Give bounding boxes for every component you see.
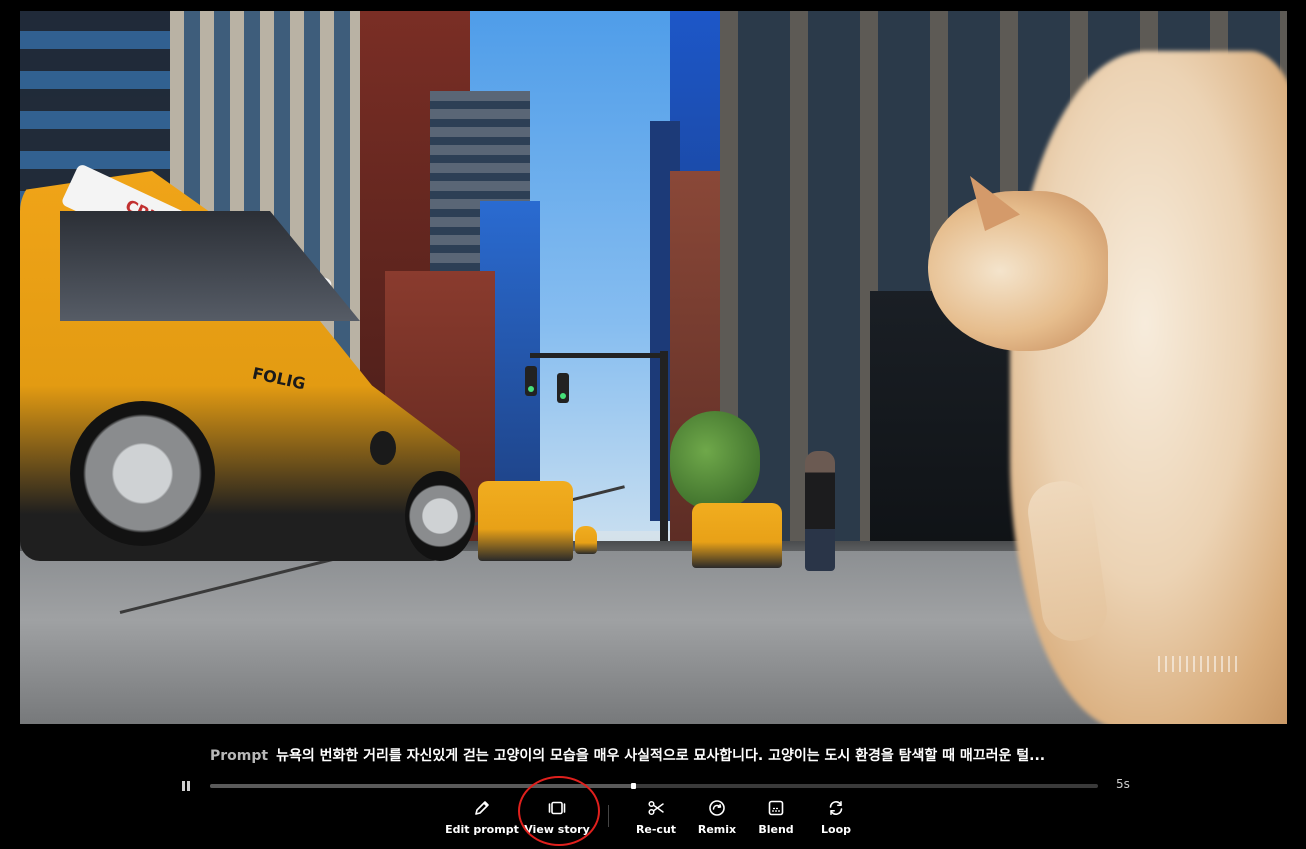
prompt-label: Prompt bbox=[210, 748, 269, 764]
action-toolbar: Edit prompt View story Re-cut Remix Blen… bbox=[440, 797, 870, 839]
remix-button[interactable]: Remix bbox=[692, 797, 742, 839]
blend-label: Blend bbox=[758, 823, 794, 836]
toolbar-divider bbox=[608, 805, 609, 827]
traffic-light bbox=[525, 366, 537, 396]
storyboard-icon bbox=[548, 801, 566, 815]
pedestrian bbox=[805, 451, 835, 571]
loop-button[interactable]: Loop bbox=[812, 797, 860, 839]
blend-icon bbox=[768, 800, 784, 816]
progress-track[interactable] bbox=[210, 783, 1098, 789]
prompt-row: Prompt 뉴욕의 번화한 거리를 자신있게 걷는 고양이의 모습을 매우 사실… bbox=[210, 745, 1110, 767]
blend-button[interactable]: Blend bbox=[752, 797, 800, 839]
remix-icon bbox=[709, 800, 725, 816]
scissors-icon bbox=[648, 800, 664, 816]
prompt-text[interactable]: 뉴욕의 번화한 거리를 자신있게 걷는 고양이의 모습을 매우 사실적으로 묘사… bbox=[276, 748, 1045, 764]
edit-prompt-button[interactable]: Edit prompt bbox=[440, 797, 524, 839]
view-story-button[interactable]: View story bbox=[524, 797, 590, 839]
watermark bbox=[1158, 656, 1238, 672]
taxi-logo bbox=[370, 431, 396, 465]
loop-label: Loop bbox=[821, 823, 851, 836]
taxi-distant bbox=[575, 526, 597, 554]
timeline: 5s bbox=[178, 776, 1138, 796]
video-frame[interactable]: CPUO YORK FOLIG bbox=[20, 11, 1287, 724]
edit-prompt-label: Edit prompt bbox=[445, 823, 519, 836]
tree bbox=[670, 411, 760, 511]
taxi-wheel bbox=[405, 471, 475, 561]
traffic-light bbox=[557, 373, 569, 403]
taxi-distant bbox=[478, 481, 573, 561]
traffic-pole bbox=[660, 351, 668, 561]
pause-icon[interactable] bbox=[178, 778, 194, 794]
taxi-wheel bbox=[70, 401, 215, 546]
video-player-page: CPUO YORK FOLIG Prompt 뉴욕의 번화한 거리를 자신있게 걷… bbox=[0, 0, 1306, 849]
pencil-icon bbox=[475, 801, 489, 815]
taxi-distant bbox=[692, 503, 782, 568]
recut-button[interactable]: Re-cut bbox=[630, 797, 682, 839]
view-story-label: View story bbox=[524, 823, 590, 836]
progress-thumb[interactable] bbox=[630, 783, 636, 789]
duration-label: 5s bbox=[1116, 777, 1130, 791]
loop-icon bbox=[829, 801, 843, 815]
remix-label: Remix bbox=[697, 823, 737, 836]
progress-fill bbox=[210, 784, 633, 788]
traffic-arm bbox=[530, 353, 665, 358]
recut-label: Re-cut bbox=[635, 823, 677, 836]
